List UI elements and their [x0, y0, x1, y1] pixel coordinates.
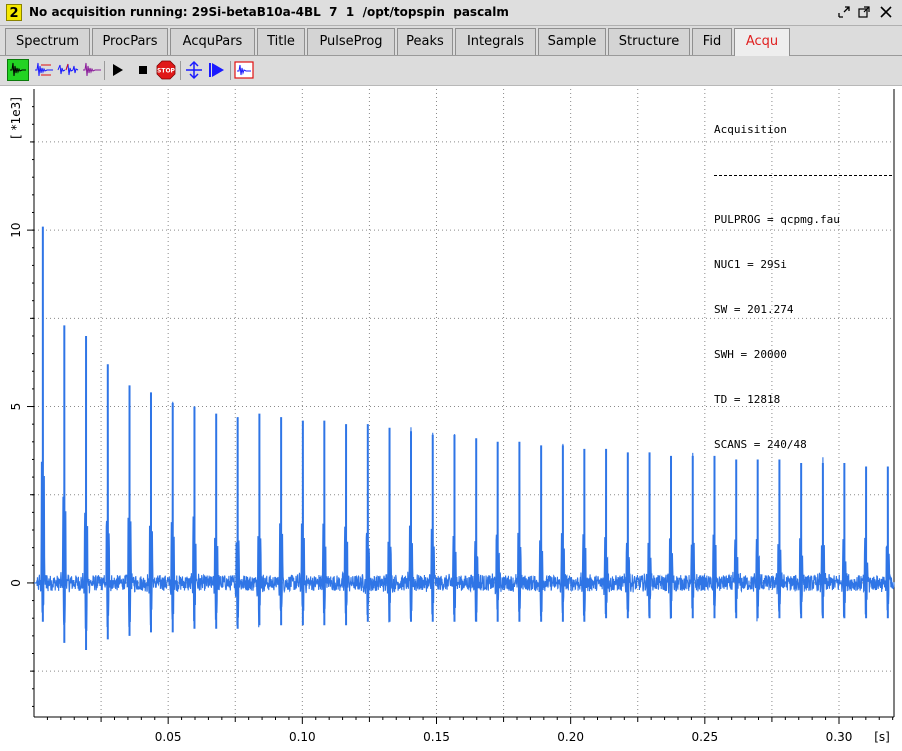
- tab-pulseprog[interactable]: PulseProg: [307, 28, 395, 55]
- arrow-split-icon[interactable]: [206, 59, 228, 81]
- x-tick-label: 0.20: [557, 730, 584, 744]
- stop-square-icon[interactable]: [132, 59, 154, 81]
- info-swh: SWH = 20000: [714, 348, 787, 361]
- tab-structure[interactable]: Structure: [608, 28, 690, 55]
- toolbar: STOP: [0, 56, 902, 86]
- fid-view-multi-icon[interactable]: [57, 59, 79, 81]
- y-axis-label: [ *1e3]: [9, 97, 23, 139]
- info-divider: [714, 167, 892, 176]
- tab-fid[interactable]: Fid: [692, 28, 732, 55]
- x-axis-label: [s]: [874, 730, 890, 744]
- x-tick-label: 0.15: [423, 730, 450, 744]
- y-tick-label: 10: [9, 222, 23, 237]
- tab-acqu[interactable]: Acqu: [734, 28, 790, 56]
- info-nuc1: NUC1 = 29Si: [714, 258, 787, 271]
- window-number-badge: 2: [6, 4, 22, 21]
- minimize-window-icon[interactable]: [836, 4, 852, 20]
- tab-peaks[interactable]: Peaks: [397, 28, 453, 55]
- window-fid-icon[interactable]: [233, 59, 255, 81]
- x-tick-label: 0.10: [289, 730, 316, 744]
- fid-view-purple-icon[interactable]: [81, 59, 103, 81]
- tab-title[interactable]: Title: [257, 28, 305, 55]
- info-td: TD = 12818: [714, 393, 781, 406]
- y-tick-label: 0: [9, 579, 23, 587]
- tab-sample[interactable]: Sample: [538, 28, 606, 55]
- x-tick-label: 0.30: [826, 730, 853, 744]
- info-sw: SW = 201.274: [714, 303, 794, 316]
- tab-spectrum[interactable]: Spectrum: [5, 28, 90, 55]
- fid-view-active-icon[interactable]: [7, 59, 29, 81]
- acquisition-info-box: Acquisition PULPROG = qcpmg.fau NUC1 = 2…: [714, 92, 892, 467]
- tab-procpars[interactable]: ProcPars: [92, 28, 168, 55]
- play-icon[interactable]: [107, 59, 129, 81]
- fid-view-red-icon[interactable]: [33, 59, 55, 81]
- maximize-window-icon[interactable]: [856, 4, 872, 20]
- title-bar: 2 No acquisition running: 29Si-betaB10a-…: [0, 0, 902, 26]
- window-title: No acquisition running: 29Si-betaB10a-4B…: [29, 5, 509, 19]
- x-tick-label: 0.25: [691, 730, 718, 744]
- tab-acqupars[interactable]: AcquPars: [170, 28, 255, 55]
- svg-text:STOP: STOP: [157, 68, 176, 75]
- info-scans: SCANS = 240/48: [714, 438, 807, 451]
- tab-integrals[interactable]: Integrals: [455, 28, 536, 55]
- tab-bar: Spectrum ProcPars AcquPars Title PulsePr…: [0, 26, 902, 56]
- x-tick-label: 0.05: [155, 730, 182, 744]
- close-window-icon[interactable]: [878, 4, 894, 20]
- stop-sign-icon[interactable]: STOP: [155, 59, 177, 81]
- y-tick-label: 5: [9, 403, 23, 411]
- acquisition-heading: Acquisition: [714, 123, 787, 136]
- adjust-icon[interactable]: [183, 59, 205, 81]
- info-pulprog: PULPROG = qcpmg.fau: [714, 213, 840, 226]
